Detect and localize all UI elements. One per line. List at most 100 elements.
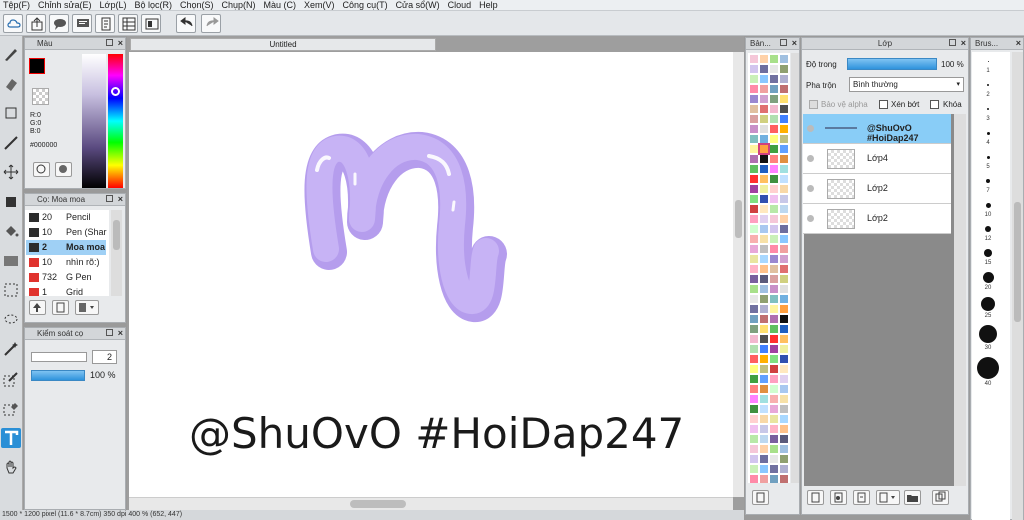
menu-item[interactable]: Cửa sổ(W) — [393, 0, 445, 10]
fill-square-icon[interactable] — [1, 192, 21, 212]
color-swatch[interactable] — [770, 195, 778, 203]
color-swatch[interactable] — [770, 455, 778, 463]
color-swatch[interactable] — [760, 345, 768, 353]
color-swatch[interactable] — [760, 225, 768, 233]
color-swatch[interactable] — [770, 245, 778, 253]
color-swatch[interactable] — [770, 105, 778, 113]
color-swatch[interactable] — [770, 75, 778, 83]
brush-size-dot[interactable] — [985, 202, 991, 208]
color-swatch[interactable] — [780, 415, 788, 423]
foreground-color-swatch[interactable] — [29, 58, 45, 74]
color-swatch[interactable] — [780, 325, 788, 333]
brush-menu-button[interactable] — [75, 300, 99, 315]
color-swatch[interactable] — [780, 65, 788, 73]
brush-size-dot[interactable] — [984, 249, 992, 257]
color-swatch[interactable] — [770, 265, 778, 273]
layer-menu-button[interactable] — [876, 490, 900, 505]
layer-list-scrollbar[interactable] — [954, 114, 966, 486]
color-swatch[interactable] — [780, 125, 788, 133]
color-swatch[interactable] — [780, 85, 788, 93]
brush-list-item[interactable]: 2 Moa moa — [26, 240, 106, 255]
color-swatch[interactable] — [760, 395, 768, 403]
close-icon[interactable]: × — [118, 328, 123, 339]
maximize-icon[interactable] — [949, 39, 956, 46]
close-icon[interactable]: × — [118, 194, 123, 205]
brush-list-item[interactable]: 732 G Pen — [26, 270, 106, 285]
color-swatch[interactable] — [750, 285, 758, 293]
grid-doc-icon[interactable] — [118, 14, 138, 33]
color-swatch[interactable] — [760, 435, 768, 443]
color-swatch[interactable] — [760, 185, 768, 193]
close-icon[interactable]: × — [792, 38, 797, 49]
color-swatch[interactable] — [780, 445, 788, 453]
color-swatch[interactable] — [780, 385, 788, 393]
color-swatch[interactable] — [760, 155, 768, 163]
shape-icon[interactable] — [1, 103, 21, 123]
color-swatch[interactable] — [750, 55, 758, 63]
select-eraser-icon[interactable] — [1, 398, 21, 418]
color-swatch[interactable] — [770, 235, 778, 243]
color-swatch[interactable] — [760, 405, 768, 413]
color-swatch[interactable] — [750, 85, 758, 93]
color-mixer-button[interactable] — [55, 162, 72, 177]
bucket-icon[interactable] — [1, 221, 21, 241]
redo-icon[interactable] — [201, 14, 221, 33]
brush-size-field[interactable]: 2 — [92, 350, 117, 364]
layer-row[interactable]: Lớp4 — [803, 144, 951, 174]
line-icon[interactable] — [1, 133, 21, 153]
color-swatch[interactable] — [750, 335, 758, 343]
color-swatch[interactable] — [770, 65, 778, 73]
layer-row[interactable]: Lớp2 — [803, 174, 951, 204]
brush-list-item[interactable]: 10 nhìn rõ:) — [26, 255, 106, 270]
visibility-icon[interactable] — [807, 155, 814, 162]
color-swatch[interactable] — [780, 155, 788, 163]
color-swatch[interactable] — [750, 265, 758, 273]
color-swatch[interactable] — [770, 85, 778, 93]
color-swatch[interactable] — [780, 455, 788, 463]
color-swatch[interactable] — [760, 75, 768, 83]
color-swatch[interactable] — [760, 255, 768, 263]
color-swatch[interactable] — [780, 435, 788, 443]
clipping-checkbox[interactable] — [879, 100, 888, 109]
color-swatch[interactable] — [760, 275, 768, 283]
color-swatch[interactable] — [760, 465, 768, 473]
color-swatch[interactable] — [770, 355, 778, 363]
hue-handle[interactable] — [111, 87, 120, 96]
color-swatch[interactable] — [780, 115, 788, 123]
color-swatch[interactable] — [750, 75, 758, 83]
color-swatch[interactable] — [750, 415, 758, 423]
document-icon[interactable] — [95, 14, 115, 33]
color-swatch[interactable] — [760, 375, 768, 383]
menu-item[interactable]: Tệp(F) — [0, 0, 35, 10]
color-swatch[interactable] — [780, 365, 788, 373]
color-swatch[interactable] — [750, 465, 758, 473]
color-swatch[interactable] — [760, 55, 768, 63]
color-swatch[interactable] — [750, 125, 758, 133]
brush-list-scrollbar[interactable] — [111, 210, 122, 296]
color-swatch[interactable] — [780, 465, 788, 473]
color-swatch[interactable] — [780, 395, 788, 403]
drawing-canvas[interactable]: @ShuOvO #HoiDap247 — [129, 52, 733, 497]
color-swatch[interactable] — [770, 315, 778, 323]
menu-item[interactable]: Xem(V) — [301, 0, 340, 10]
visibility-icon[interactable] — [807, 215, 814, 222]
color-swatch[interactable] — [780, 255, 788, 263]
color-swatch[interactable] — [750, 205, 758, 213]
color-swatch[interactable] — [780, 305, 788, 313]
color-swatch[interactable] — [750, 95, 758, 103]
color-swatch[interactable] — [780, 215, 788, 223]
swatch-scrollbar[interactable] — [791, 53, 799, 483]
brush-size-slider[interactable] — [31, 352, 87, 362]
color-swatch[interactable] — [750, 185, 758, 193]
color-swatch[interactable] — [780, 335, 788, 343]
document-tab[interactable]: Untitled — [130, 38, 436, 51]
brush-size-dot[interactable] — [977, 357, 999, 379]
color-swatch[interactable] — [750, 155, 758, 163]
maximize-icon[interactable] — [106, 39, 113, 46]
protect-alpha-checkbox[interactable] — [809, 100, 818, 109]
brush-list-item[interactable]: 1 Grid — [26, 285, 106, 296]
layer-row[interactable]: Lớp2 — [803, 204, 951, 234]
color-swatch[interactable] — [780, 135, 788, 143]
color-swatch[interactable] — [770, 345, 778, 353]
horizontal-scroll-thumb[interactable] — [350, 500, 406, 508]
